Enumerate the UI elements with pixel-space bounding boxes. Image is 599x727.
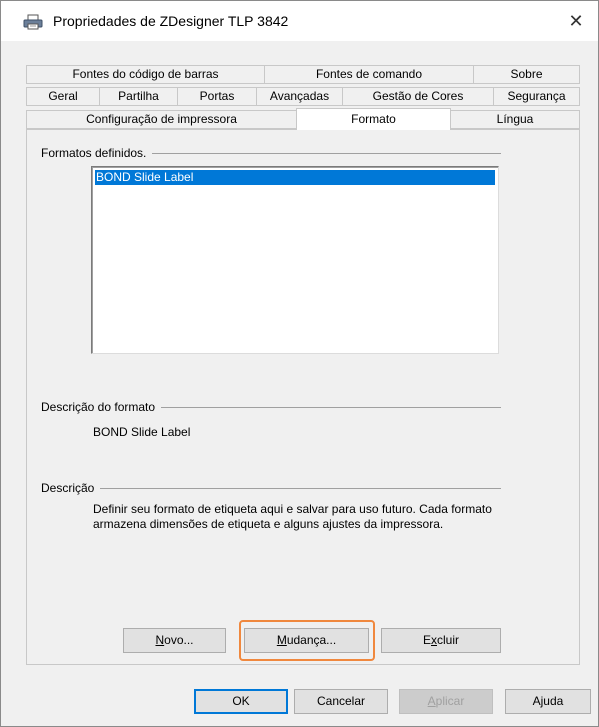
tab-security[interactable]: Segurança (493, 87, 580, 106)
tab-about[interactable]: Sobre (473, 65, 580, 84)
description-text: Definir seu formato de etiqueta aqui e s… (93, 502, 492, 531)
format-description-label: Descrição do formato (41, 400, 162, 414)
tab-language[interactable]: Língua (450, 110, 580, 129)
delete-button[interactable]: Excluir (381, 628, 501, 653)
tab-command-fonts[interactable]: Fontes de comando (264, 65, 474, 84)
new-button[interactable]: Novo... (123, 628, 226, 653)
tab-barcode-fonts[interactable]: Fontes do código de barras (26, 65, 265, 84)
change-button[interactable]: Mudança... (244, 628, 369, 653)
delete-button-label-pre: E (422, 633, 431, 647)
apply-button-label-post: plicar (435, 694, 465, 708)
change-button-label-post: udança... (286, 633, 337, 647)
window-title: Propriedades de ZDesigner TLP 3842 (53, 13, 289, 29)
help-button[interactable]: Ajuda (505, 689, 591, 714)
new-button-accelerator: N (155, 633, 165, 647)
delete-button-label-post: cluir (437, 633, 460, 647)
new-button-label-post: ovo... (164, 633, 194, 647)
formats-listbox[interactable]: BOND Slide Label (91, 166, 499, 354)
tab-color-management[interactable]: Gestão de Cores (342, 87, 494, 106)
apply-button-accelerator: A (427, 694, 436, 708)
close-icon: ✕ (568, 10, 584, 31)
tab-printer-configuration[interactable]: Configuração de impressora (26, 110, 297, 129)
printer-properties-dialog: Propriedades de ZDesigner TLP 3842 ✕ Fon… (0, 0, 599, 727)
tab-format[interactable]: Formato (296, 108, 451, 130)
tab-general[interactable]: Geral (26, 87, 100, 106)
printer-icon (23, 14, 43, 30)
title-bar: Propriedades de ZDesigner TLP 3842 ✕ (1, 1, 598, 41)
change-button-accelerator: M (276, 633, 287, 647)
format-description-value: BOND Slide Label (93, 425, 191, 439)
close-button[interactable]: ✕ (554, 1, 598, 41)
tab-sharing[interactable]: Partilha (99, 87, 178, 106)
formats-group-label: Formatos definidos. (41, 146, 153, 160)
cancel-button[interactable]: Cancelar (294, 689, 388, 714)
description-label: Descrição (41, 481, 101, 495)
apply-button[interactable]: Aplicar (399, 689, 493, 714)
ok-button[interactable]: OK (194, 689, 288, 714)
tab-advanced[interactable]: Avançadas (256, 87, 343, 106)
description-group-line (41, 488, 501, 489)
list-item[interactable]: BOND Slide Label (95, 170, 495, 185)
tab-ports[interactable]: Portas (177, 87, 257, 106)
